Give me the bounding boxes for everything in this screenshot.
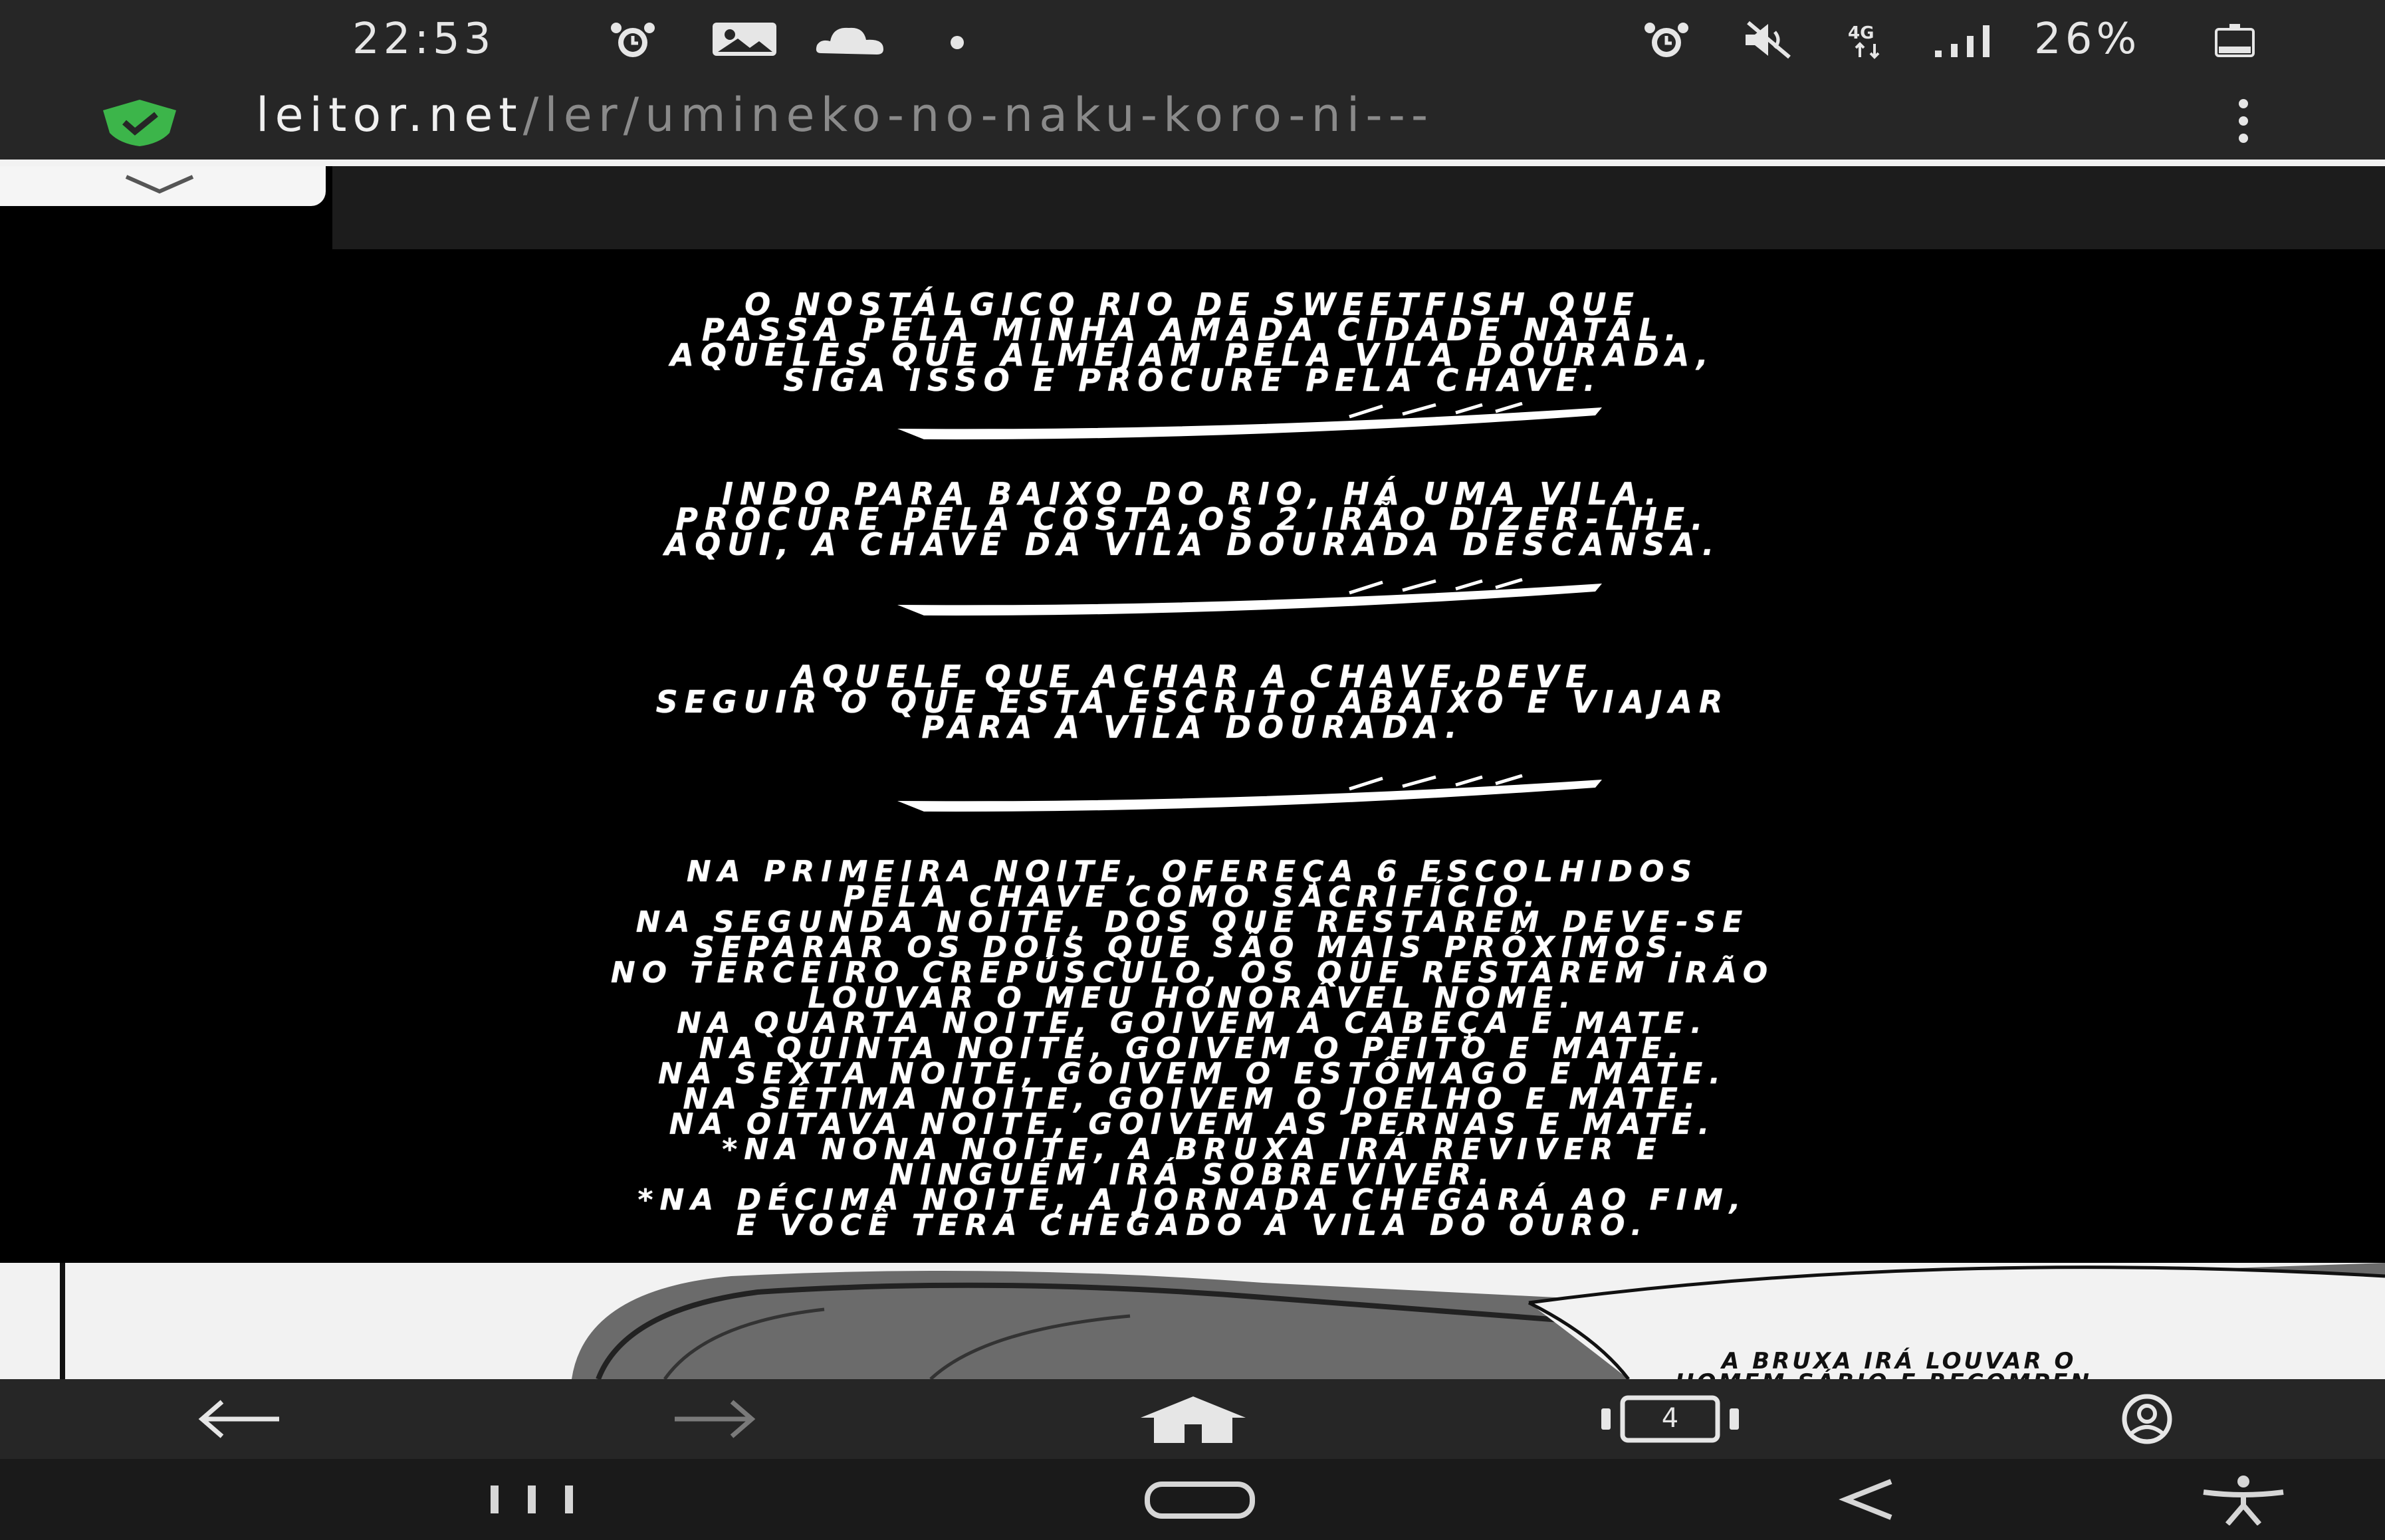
signal-icon xyxy=(1935,25,1989,57)
speech-bubble-line: HOMEM SÁBIO E RECOMPEN- xyxy=(1675,1369,2104,1379)
poem-line: SIGA ISSO E PROCURE PELA CHAVE. xyxy=(783,362,1602,398)
image-icon xyxy=(713,23,776,56)
poem-line: AQUI, A CHAVE DA VILA DOURADA DESCANSA. xyxy=(664,526,1721,562)
arrow-right-icon[interactable] xyxy=(668,1398,761,1440)
4g-icon: 4G xyxy=(1848,23,1880,59)
shield-check-icon[interactable] xyxy=(96,96,183,149)
url-path: /ler/umineko-no-naku-koro-ni--- xyxy=(522,88,1434,142)
mute-icon xyxy=(1746,21,1791,59)
battery-percent: 26% xyxy=(2034,15,2141,64)
manga-text-panel: O NOSTÁLGICO RIO DE SWEETFISH QUE PASSA … xyxy=(0,249,2385,1263)
url-domain: leitor.net xyxy=(256,88,523,142)
status-time: 22:53 xyxy=(352,15,495,64)
manga-page-edge xyxy=(332,166,2385,249)
poem-line: PARA A VILA DOURADA. xyxy=(921,709,1464,745)
recents-icon[interactable] xyxy=(485,1483,578,1516)
svg-text:4G: 4G xyxy=(1848,23,1874,43)
chevron-down-icon[interactable] xyxy=(120,171,199,198)
account-icon[interactable] xyxy=(2087,1392,2207,1446)
manga-art-panel: A BRUXA IRÁ LOUVAR O HOMEM SÁBIO E RECOM… xyxy=(0,1263,2385,1379)
url-bar-divider xyxy=(0,160,2385,166)
kebab-menu-icon[interactable] xyxy=(2230,94,2257,148)
poem-line: E VOCÊ TERÁ CHEGADO À VILA DO OURO. xyxy=(736,1208,1649,1242)
accessibility-icon[interactable] xyxy=(2197,1475,2290,1525)
brush-divider xyxy=(897,402,1602,440)
system-nav-bar xyxy=(0,1459,2385,1540)
cloud-icon xyxy=(816,27,883,55)
home-icon[interactable] xyxy=(1137,1394,1250,1444)
browser-toolbar: 4 xyxy=(0,1379,2385,1459)
home-pill-icon[interactable] xyxy=(1143,1480,1256,1520)
back-chevron-icon[interactable] xyxy=(1838,1478,1898,1521)
collapse-toolbar-tab[interactable] xyxy=(0,166,326,206)
tabs-button[interactable]: 4 xyxy=(1599,1394,1742,1444)
battery-icon xyxy=(2215,24,2255,57)
arrow-left-icon[interactable] xyxy=(193,1398,286,1440)
brush-divider xyxy=(897,578,1602,616)
dot-icon xyxy=(951,36,964,49)
status-bar: 22:53 4G 26% xyxy=(0,0,2385,81)
alarm-icon xyxy=(611,23,655,57)
brush-divider xyxy=(897,774,1602,812)
tabs-count: 4 xyxy=(1661,1403,1679,1434)
url-bar[interactable]: leitor.net/ler/umineko-no-naku-koro-ni--… xyxy=(0,81,2385,160)
url-text[interactable]: leitor.net/ler/umineko-no-naku-koro-ni--… xyxy=(256,88,1434,142)
alarm-icon xyxy=(1645,23,1688,57)
